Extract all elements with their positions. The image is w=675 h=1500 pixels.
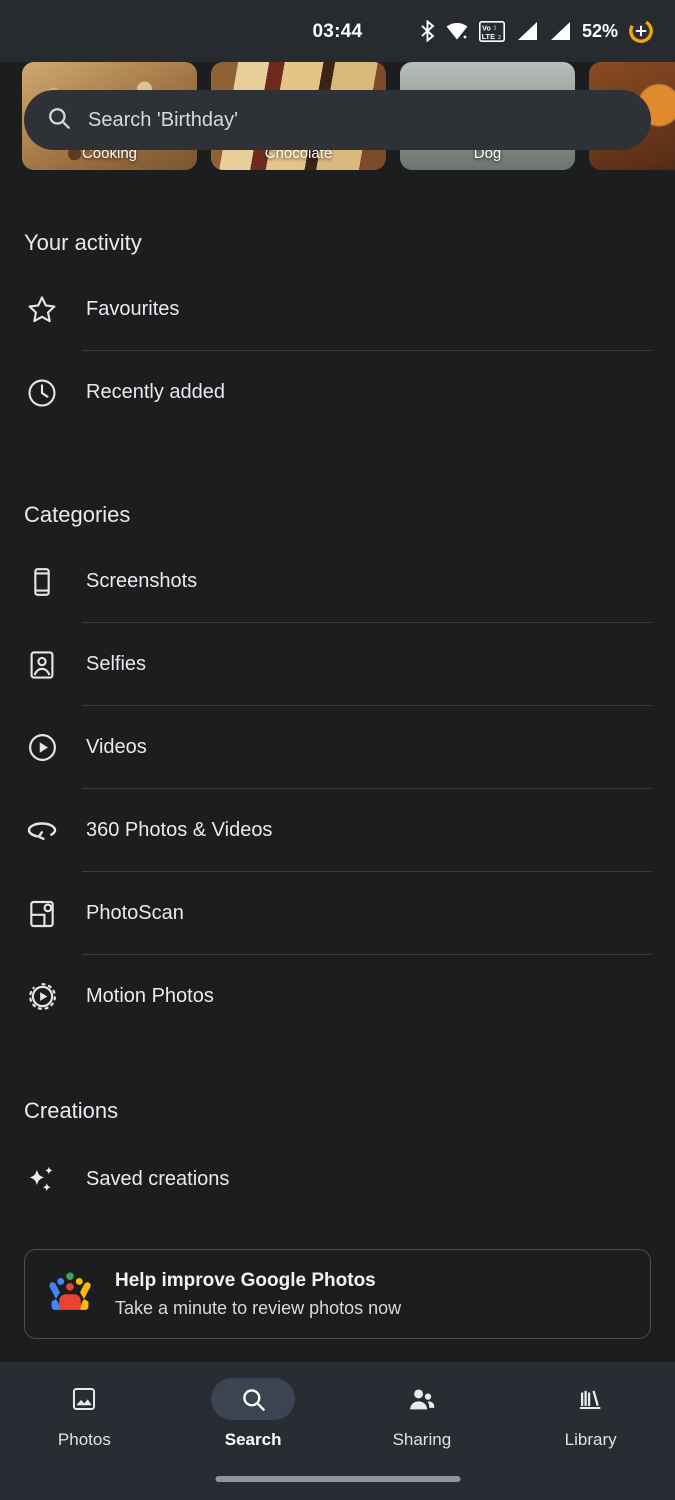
sparkle-icon <box>24 1162 60 1198</box>
list-item-label: Selfies <box>86 653 147 675</box>
wifi-icon <box>446 21 468 41</box>
phone-icon <box>24 564 60 600</box>
list-item-recently-added[interactable]: Recently added <box>0 351 675 434</box>
photoscan-icon <box>24 896 60 932</box>
nav-item-library[interactable]: Library <box>506 1378 675 1450</box>
categories-list: Screenshots Selfies Videos 360 Photos & … <box>0 540 675 1038</box>
list-item-label: Videos <box>86 736 147 758</box>
list-item-favourites[interactable]: Favourites <box>0 268 675 351</box>
nav-item-label: Library <box>564 1430 617 1449</box>
search-icon <box>46 105 72 136</box>
status-bar: 03:44 Vo 1 LTE 2 52% <box>0 0 675 62</box>
people-icon <box>380 1378 464 1420</box>
list-item-label: Recently added <box>86 381 225 403</box>
battery-saver-icon <box>629 19 653 43</box>
svg-text:LTE: LTE <box>482 32 495 41</box>
svg-text:1: 1 <box>493 25 496 31</box>
section-title-categories: Categories <box>24 502 131 527</box>
signal-sim1-icon <box>516 21 538 41</box>
list-item-label: 360 Photos & Videos <box>86 819 273 841</box>
search-bar[interactable]: Search 'Birthday' <box>24 90 651 150</box>
help-improve-banner[interactable]: Help improve Google Photos Take a minute… <box>24 1249 651 1339</box>
star-icon <box>24 292 60 328</box>
nav-item-search[interactable]: Search <box>169 1378 338 1450</box>
list-item-photoscan[interactable]: PhotoScan <box>0 872 675 955</box>
photos-icon <box>42 1378 126 1420</box>
list-item-selfies[interactable]: Selfies <box>0 623 675 706</box>
svg-text:2: 2 <box>498 35 501 41</box>
clock-icon <box>24 375 60 411</box>
signal-sim2-icon <box>549 21 571 41</box>
search-placeholder: Search 'Birthday' <box>88 108 238 131</box>
content-scroll-area[interactable]: Your activity Favourites Recently added … <box>0 174 675 1362</box>
motion-photo-icon <box>24 979 60 1015</box>
banner-subtitle: Take a minute to review photos now <box>115 1297 402 1318</box>
nav-item-photos[interactable]: Photos <box>0 1378 169 1450</box>
list-item-label: PhotoScan <box>86 902 184 924</box>
creations-list: Saved creations <box>0 1138 675 1221</box>
bottom-navigation-bar: Photos Search Sharing Library <box>0 1362 675 1500</box>
list-item-motion-photos[interactable]: Motion Photos <box>0 955 675 1038</box>
bluetooth-icon <box>420 20 435 42</box>
nav-item-label: Search <box>224 1430 282 1449</box>
status-bar-icons: Vo 1 LTE 2 52% <box>420 19 653 43</box>
list-item-screenshots[interactable]: Screenshots <box>0 540 675 623</box>
nav-item-label: Sharing <box>392 1430 452 1449</box>
section-title-your-activity: Your activity <box>24 230 142 255</box>
banner-title: Help improve Google Photos <box>115 1269 376 1291</box>
section-title-creations: Creations <box>24 1098 119 1123</box>
list-item-label: Saved creations <box>86 1168 230 1190</box>
nav-item-sharing[interactable]: Sharing <box>338 1378 507 1450</box>
volte-icon: Vo 1 LTE 2 <box>478 20 505 42</box>
library-icon <box>549 1378 633 1420</box>
your-activity-list: Favourites Recently added <box>0 268 675 434</box>
battery-percent-label: 52% <box>581 20 618 41</box>
banner-text: Help improve Google Photos Take a minute… <box>115 1270 401 1319</box>
status-bar-clock: 03:44 <box>312 21 363 42</box>
list-item-saved-creations[interactable]: Saved creations <box>0 1138 675 1221</box>
list-item-360-photos-videos[interactable]: 360 Photos & Videos <box>0 789 675 872</box>
list-item-label: Screenshots <box>86 570 198 592</box>
list-item-label: Favourites <box>86 298 180 320</box>
play-circle-icon <box>24 730 60 766</box>
search-icon <box>211 1378 296 1420</box>
list-item-videos[interactable]: Videos <box>0 706 675 789</box>
list-item-label: Motion Photos <box>86 985 214 1007</box>
google-contribute-icon <box>47 1269 93 1320</box>
home-indicator[interactable] <box>215 1476 460 1482</box>
portrait-icon <box>24 647 60 683</box>
nav-item-label: Photos <box>57 1430 111 1449</box>
rotate-360-icon <box>24 813 60 849</box>
